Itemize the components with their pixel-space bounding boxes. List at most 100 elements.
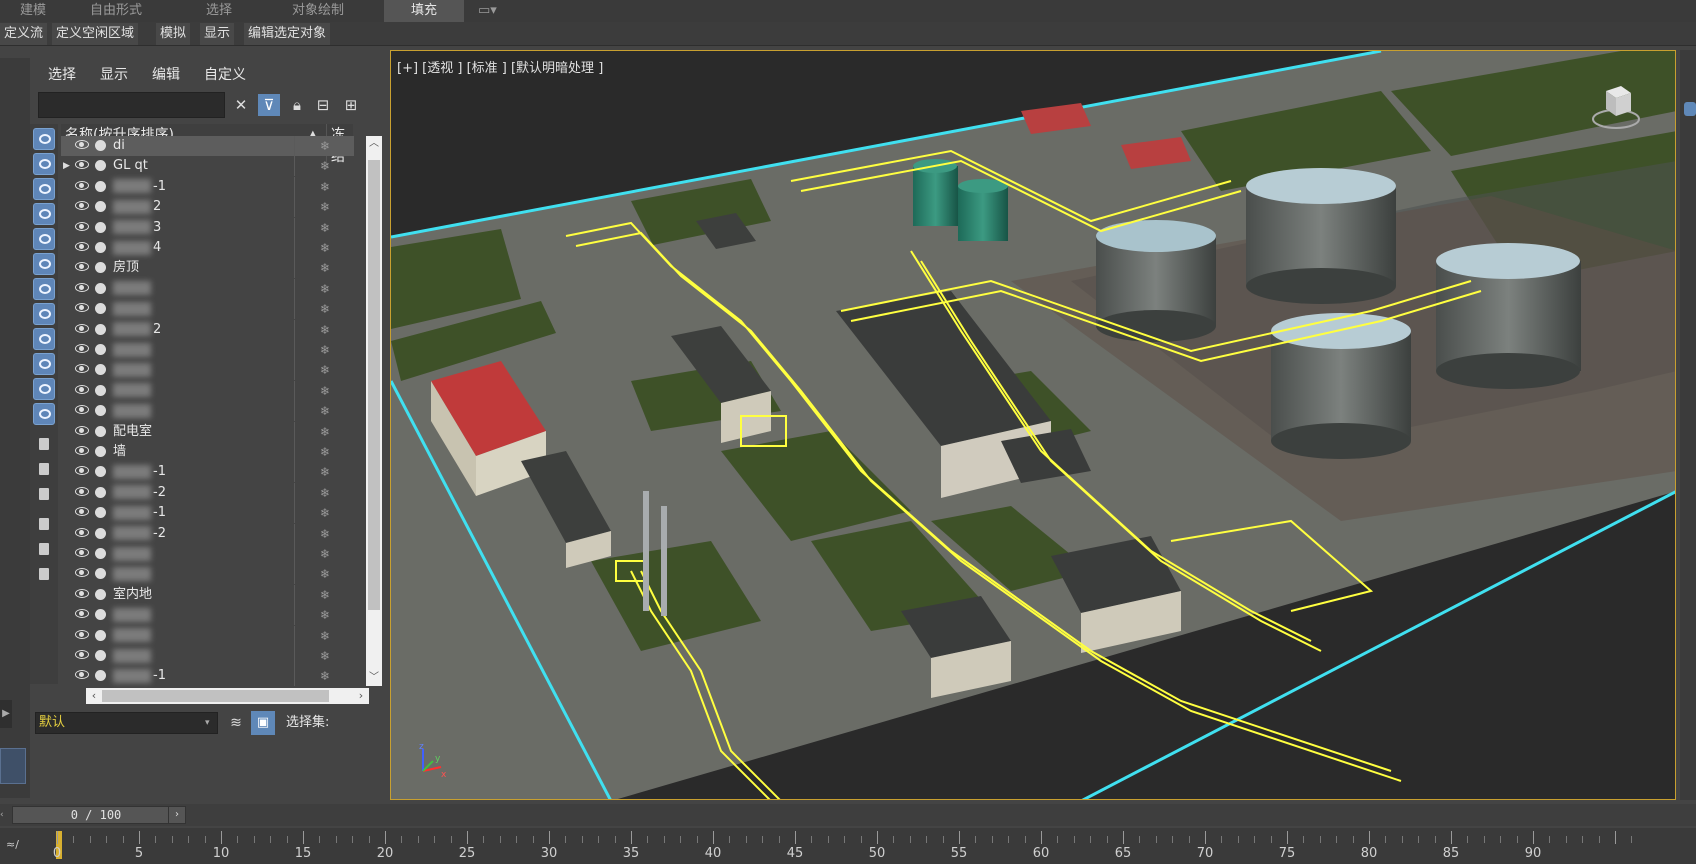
visibility-eye-icon[interactable] [75,262,89,272]
visibility-eye-icon[interactable] [75,446,89,455]
list-item[interactable]: 4 ❄ [61,238,354,258]
visibility-eye-icon[interactable] [75,405,89,415]
visibility-eye-icon[interactable] [75,384,89,394]
visibility-eye-icon[interactable] [75,242,89,251]
object-dot-icon[interactable] [95,405,106,417]
list-item[interactable]: ❄ [61,646,354,666]
visibility-eye-icon[interactable] [75,670,89,680]
menu-select[interactable]: 选择 [48,64,76,86]
object-dot-icon[interactable] [95,650,106,661]
list-item[interactable]: ❄ [61,380,354,401]
object-dot-icon[interactable] [95,221,106,233]
command-panel-tab[interactable] [1684,102,1696,116]
object-dot-icon[interactable] [95,384,106,396]
visibility-eye-icon[interactable] [75,486,89,496]
display-shapes-icon[interactable] [33,153,55,175]
filter-funnel-icon[interactable] [33,513,55,535]
edit-selected-button[interactable]: 编辑选定对象 [244,23,331,45]
object-dot-icon[interactable] [95,262,106,274]
object-dot-icon[interactable] [95,527,106,539]
next-frame-icon[interactable]: › [168,806,186,824]
list-item[interactable]: -1 ❄ [61,176,354,197]
track-area[interactable]: 0 5 10 15 20 25 30 35 40 45 50 55 60 65 70 75 80 85 90 [52,828,1696,864]
visibility-eye-icon[interactable] [75,344,89,353]
layers-icon[interactable]: ≋ [225,712,247,734]
list-item[interactable]: ❄ [61,299,354,320]
freeze-icon[interactable]: ❄ [320,343,330,357]
filter-toggle-icon[interactable]: ⊽ [258,94,280,116]
freeze-icon[interactable]: ❄ [320,649,330,663]
object-dot-icon[interactable] [95,242,106,253]
display-bones-icon[interactable] [33,328,55,350]
curve-editor-icon[interactable]: ≈/ [6,838,19,851]
define-idle-areas-button[interactable]: 定义空闲区域 [52,23,139,45]
display-spacewarps-icon[interactable] [33,253,55,275]
freeze-icon[interactable]: ❄ [320,261,330,275]
expand-arrow-icon[interactable]: ▶ [63,156,70,176]
menu-display[interactable]: 显示 [100,64,128,86]
display-cameras-icon[interactable] [33,203,55,225]
list-item[interactable]: di ❄ [61,136,354,156]
freeze-icon[interactable]: ❄ [320,608,330,622]
freeze-icon[interactable]: ❄ [320,282,330,296]
object-dot-icon[interactable] [95,201,106,213]
freeze-icon[interactable]: ❄ [320,669,330,683]
tab-populate[interactable]: 填充 [384,0,464,22]
scroll-right-icon[interactable]: › [353,688,369,704]
ribbon-options-icon[interactable]: ▭▾ [478,0,508,22]
display-hidden-icon[interactable] [33,403,55,425]
list-item[interactable]: -2 ❄ [61,523,354,544]
scroll-left-icon[interactable]: ‹ [86,688,102,704]
object-dot-icon[interactable] [95,282,106,294]
freeze-icon[interactable]: ❄ [320,629,330,643]
object-dot-icon[interactable] [95,323,106,335]
list-item[interactable]: 墙 ❄ [61,442,354,462]
object-dot-icon[interactable] [95,180,106,192]
perspective-viewport[interactable]: [+] [透视 ] [标准 ] [默认明暗处理 ] z x y [390,50,1676,800]
list-item[interactable]: 2 ❄ [61,319,354,340]
visibility-eye-icon[interactable] [75,303,89,313]
display-all-icon[interactable] [33,433,55,455]
object-dot-icon[interactable] [95,446,106,457]
freeze-icon[interactable]: ❄ [320,567,330,581]
freeze-icon[interactable]: ❄ [320,486,330,500]
expand-arrow-icon[interactable]: ▶ [0,700,12,728]
display-invert-icon[interactable] [33,483,55,505]
menu-edit[interactable]: 编辑 [152,64,180,86]
display-button[interactable]: 显示 [200,23,235,45]
prev-frame-icon[interactable]: ‹ [0,807,10,823]
layer-dropdown[interactable]: 默认 [35,712,218,734]
display-frozen-icon[interactable] [33,378,55,400]
hierarchy-icon[interactable]: ⊟ [312,94,334,116]
object-dot-icon[interactable] [95,303,106,315]
tab-selection[interactable]: 选择 [206,0,256,22]
freeze-icon[interactable]: ❄ [320,200,330,214]
object-dot-icon[interactable] [95,670,106,682]
object-dot-icon[interactable] [95,588,106,600]
list-item[interactable]: 配电室 ❄ [61,421,354,442]
define-flows-button[interactable]: 定义流 [0,23,48,45]
object-dot-icon[interactable] [95,160,106,172]
freeze-icon[interactable]: ❄ [320,465,330,479]
object-dot-icon[interactable] [95,486,106,498]
visibility-eye-icon[interactable] [75,282,89,292]
visibility-eye-icon[interactable] [75,425,89,435]
list-item[interactable]: ❄ [61,564,354,585]
track-bar[interactable]: ≈/ 0 5 10 15 20 25 30 35 40 45 50 55 60 65 70 75 80 85 90 [0,828,1696,864]
visibility-eye-icon[interactable] [75,180,89,190]
freeze-icon[interactable]: ❄ [320,527,330,541]
visibility-eye-icon[interactable] [75,650,89,659]
object-dot-icon[interactable] [95,507,106,519]
freeze-icon[interactable]: ❄ [320,159,330,173]
freeze-icon[interactable]: ❄ [320,363,330,377]
left-panel-button[interactable] [0,748,26,784]
object-dot-icon[interactable] [95,364,106,376]
freeze-icon[interactable]: ❄ [320,506,330,520]
list-item[interactable]: 2 ❄ [61,197,354,218]
clear-icon[interactable]: ✕ [230,94,252,116]
vertical-scrollbar[interactable]: ︿ ﹀ [366,136,382,686]
list-item[interactable]: ❄ [61,401,354,422]
simulate-button[interactable]: 模拟 [156,23,191,45]
freeze-icon[interactable]: ❄ [320,384,330,398]
visibility-eye-icon[interactable] [75,221,89,231]
